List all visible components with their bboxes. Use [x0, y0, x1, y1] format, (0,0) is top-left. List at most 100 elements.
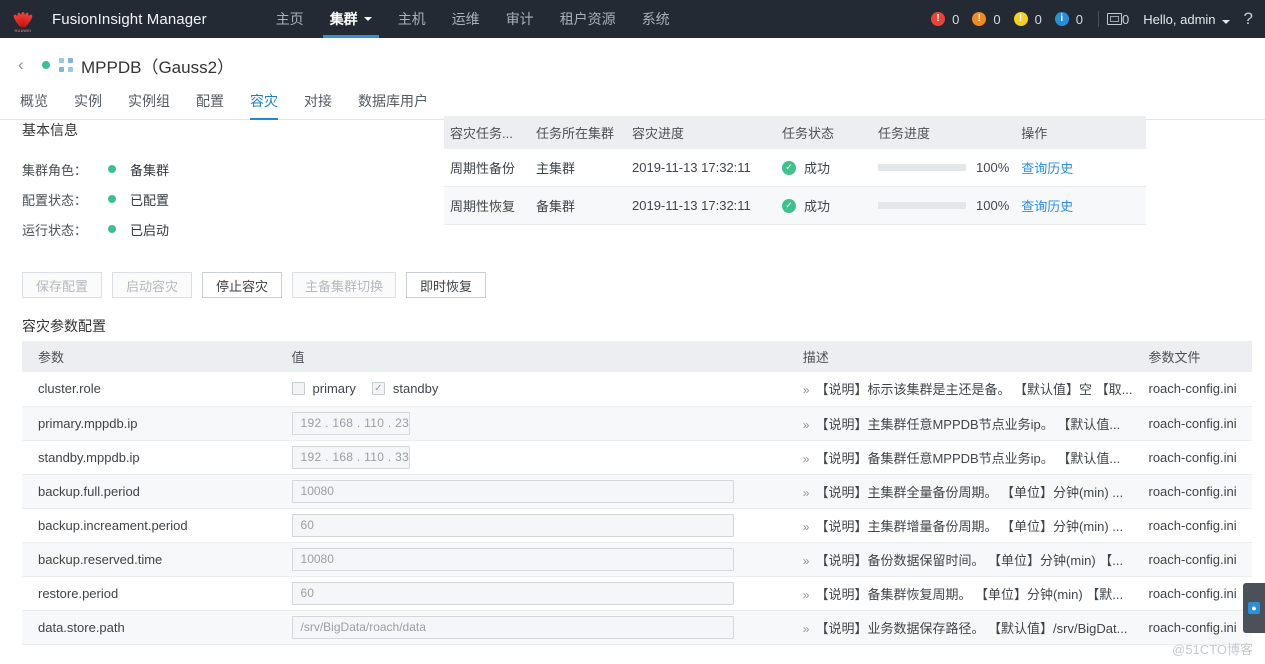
- param-input-backup.full.period[interactable]: 10080: [292, 480, 734, 503]
- nav-item-label: 系统: [642, 9, 670, 29]
- param-file: roach-config.ini: [1133, 440, 1253, 474]
- tab-5[interactable]: 对接: [304, 91, 344, 120]
- param-name: standby.mppdb.ip: [22, 440, 276, 474]
- param-table-row: primary.mppdb.ip192 . 168 . 110 . 23»【说明…: [22, 406, 1252, 440]
- side-widget-icon: ●: [1248, 602, 1260, 614]
- page-title-row: ‹ MPPDB（Gauss2）: [18, 52, 1265, 78]
- tab-3[interactable]: 配置: [196, 91, 236, 120]
- task-table-row: 周期性恢复备集群2019-11-13 17:32:11✓成功100%查询历史: [444, 187, 1146, 225]
- chevron-down-icon: [364, 17, 372, 21]
- minor-alarm-count: 0: [1035, 12, 1042, 27]
- nav-item-2[interactable]: 主机: [385, 0, 439, 38]
- param-desc-cell: »【说明】业务数据保存路径。 【默认值】/srv/BigDat...: [787, 610, 1133, 644]
- nav-item-6[interactable]: 系统: [629, 0, 683, 38]
- view-history-link[interactable]: 查询历史: [1021, 199, 1073, 214]
- nav-item-0[interactable]: 主页: [263, 0, 317, 38]
- expand-chevron-icon[interactable]: »: [803, 452, 810, 466]
- param-table-row: standby.mppdb.ip 192 . 168 . 110 . 33 »【说明…: [22, 440, 1252, 474]
- user-menu[interactable]: Hello, admin: [1143, 12, 1229, 27]
- top-navigation-bar: HUAWEI FusionInsight Manager 主页集群主机运维审计租…: [0, 0, 1265, 38]
- critical-alarm[interactable]: !0: [931, 12, 968, 27]
- tab-6[interactable]: 数据库用户: [358, 91, 440, 120]
- param-input-backup.reserved.time[interactable]: 10080: [292, 548, 734, 571]
- minor-alarm[interactable]: !0: [1014, 12, 1051, 27]
- nav-item-label: 租户资源: [560, 9, 616, 29]
- param-desc: 【说明】标示该集群是主还是备。 【默认值】空 【取...: [815, 382, 1132, 397]
- param-desc-cell: »【说明】主集群增量备份周期。 【单位】分钟(min) ...: [787, 508, 1133, 542]
- basic-info-value: 已启动: [130, 220, 169, 239]
- tab-4[interactable]: 容灾: [250, 91, 290, 120]
- param-input-standby.mppdb.ip[interactable]: 192 . 168 . 110 . 33: [292, 446, 410, 469]
- service-status-dot: [42, 61, 50, 69]
- watermark: @51CTO博客: [1172, 639, 1253, 658]
- task-progress-time: 2019-11-13 17:32:11: [626, 187, 776, 225]
- checkbox-standby[interactable]: ✓: [372, 382, 385, 395]
- param-input-data.store.path[interactable]: /srv/BigData/roach/data: [292, 616, 734, 639]
- tab-2[interactable]: 实例组: [128, 91, 182, 120]
- task-action: 查询历史: [1015, 149, 1146, 187]
- view-history-link[interactable]: 查询历史: [1021, 161, 1073, 176]
- param-name: backup.reserved.time: [22, 542, 276, 576]
- tab-1[interactable]: 实例: [74, 91, 114, 120]
- main-content: 基本信息 集群角色：备集群配置状态：已配置运行状态：已启动 容灾任务...任务所…: [0, 120, 1265, 660]
- expand-chevron-icon[interactable]: »: [803, 622, 810, 636]
- param-table-row: cluster.roleprimary✓standby»【说明】标示该集群是主还…: [22, 372, 1252, 406]
- major-alarm[interactable]: !0: [972, 12, 1009, 27]
- progress-percent: 100%: [976, 198, 1009, 213]
- task-status-label: 成功: [804, 196, 830, 215]
- user-menu-label: Hello, admin: [1143, 12, 1215, 27]
- param-desc-cell: » 【说明】主集群任意MPPDB节点业务ip。 【默认值...: [787, 406, 1133, 440]
- tab-label: 容灾: [250, 93, 278, 109]
- minor-alarm-icon: !: [1014, 12, 1028, 26]
- param-value-cell: 192 . 168 . 110 . 33: [276, 440, 787, 474]
- param-value-cell: 60: [276, 508, 787, 542]
- action-button-0: 保存配置: [22, 272, 102, 298]
- task-cluster: 备集群: [530, 187, 626, 225]
- expand-chevron-icon[interactable]: »: [803, 383, 810, 397]
- param-file: roach-config.ini: [1133, 576, 1253, 610]
- action-button-4[interactable]: 即时恢复: [406, 272, 486, 298]
- nav-item-5[interactable]: 租户资源: [547, 0, 629, 38]
- checkbox-primary[interactable]: [292, 382, 305, 395]
- success-check-icon: ✓: [782, 161, 796, 175]
- task-table-header-row: 容灾任务...任务所在集群容灾进度任务状态任务进度操作: [444, 116, 1146, 149]
- task-table-row: 周期性备份主集群2019-11-13 17:32:11✓成功100%查询历史: [444, 149, 1146, 187]
- expand-chevron-icon[interactable]: »: [803, 554, 810, 568]
- param-input-restore.period[interactable]: 60: [292, 582, 734, 605]
- param-col-header-3: 参数文件: [1133, 341, 1253, 372]
- tab-label: 数据库用户: [358, 93, 428, 109]
- status-dot: [108, 225, 116, 233]
- task-cluster: 主集群: [530, 149, 626, 187]
- tab-0[interactable]: 概览: [18, 91, 60, 120]
- help-icon[interactable]: ?: [1244, 9, 1253, 29]
- monitor-icon[interactable]: [1107, 13, 1122, 25]
- expand-chevron-icon[interactable]: »: [803, 588, 810, 602]
- nav-item-1[interactable]: 集群: [317, 0, 385, 38]
- task-progress: 100%: [872, 187, 1015, 225]
- param-desc-cell: »【说明】备份数据保留时间。 【单位】分钟(min) 【...: [787, 542, 1133, 576]
- action-button-2[interactable]: 停止容灾: [202, 272, 282, 298]
- warning-alarm[interactable]: i0: [1055, 12, 1092, 27]
- service-icon: [59, 58, 73, 72]
- side-widget-handle[interactable]: ●: [1243, 583, 1265, 633]
- task-status-label: 成功: [804, 158, 830, 177]
- nav-item-3[interactable]: 运维: [439, 0, 493, 38]
- param-col-header-1: 值: [276, 341, 787, 372]
- param-desc-cell: »【说明】备集群任意MPPDB节点业务ip。 【默认值...: [787, 440, 1133, 474]
- nav-item-label: 运维: [452, 9, 480, 29]
- action-button-row: 保存配置启动容灾停止容灾主备集群切换即时恢复: [22, 272, 496, 298]
- param-input-backup.increament.period[interactable]: 60: [292, 514, 734, 537]
- expand-chevron-icon[interactable]: »: [803, 418, 810, 432]
- back-button[interactable]: ‹: [18, 55, 36, 75]
- expand-chevron-icon[interactable]: »: [803, 520, 810, 534]
- main-nav: 主页集群主机运维审计租户资源 系统: [263, 0, 683, 38]
- expand-chevron-icon[interactable]: »: [803, 486, 810, 500]
- param-input-primary.mppdb.ip[interactable]: 192 . 168 . 110 . 23: [292, 412, 410, 435]
- checkbox-label: standby: [393, 381, 439, 396]
- param-col-header-0: 参数: [22, 341, 276, 372]
- param-desc: 【说明】主集群任意MPPDB节点业务ip。 【默认值...: [815, 417, 1120, 432]
- basic-info-label: 集群角色：: [22, 160, 106, 179]
- task-status: ✓成功: [776, 187, 872, 225]
- param-table-row: data.store.path/srv/BigData/roach/data»【…: [22, 610, 1252, 644]
- nav-item-4[interactable]: 审计: [493, 0, 547, 38]
